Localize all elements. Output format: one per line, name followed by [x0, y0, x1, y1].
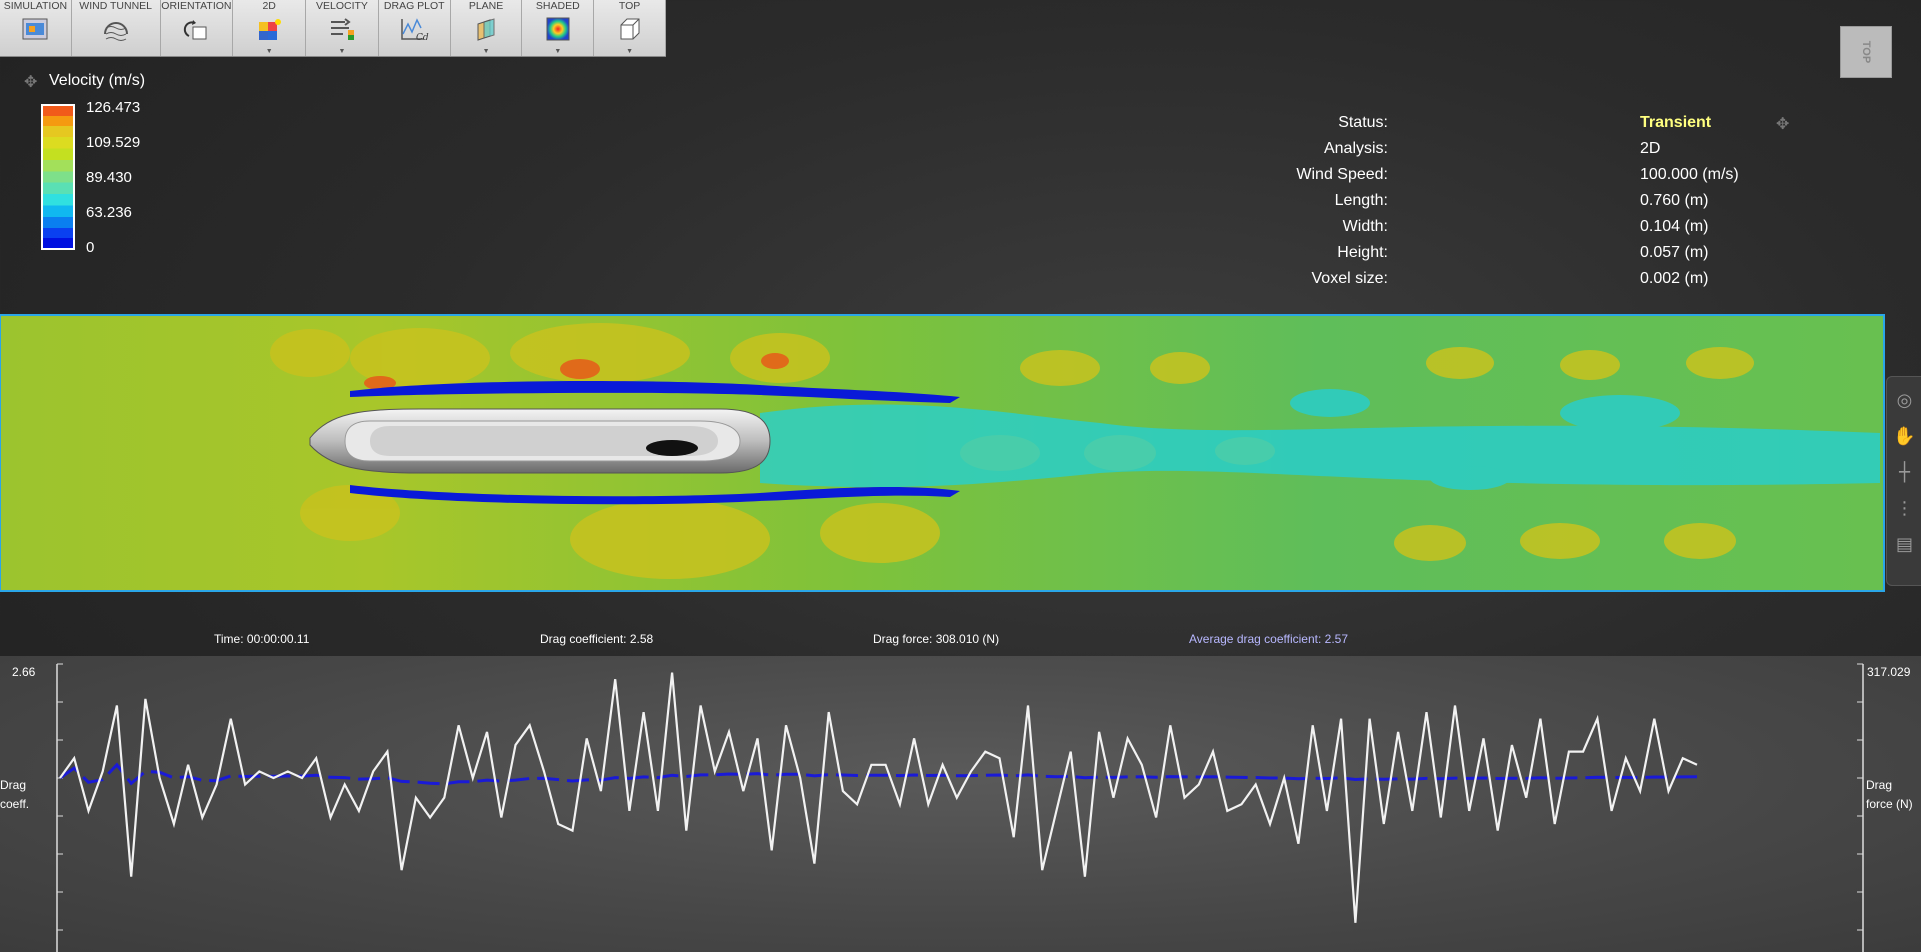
- svg-text:Cd: Cd: [416, 33, 429, 42]
- orbit-icon[interactable]: ◎: [1892, 387, 1918, 413]
- right-axis-max: 317.029: [1867, 665, 1911, 679]
- view-cube[interactable]: TOP: [1840, 26, 1892, 78]
- wind-speed-value: 100.000 (m/s): [1640, 166, 1739, 183]
- velocity-button[interactable]: VELOCITY ▼: [306, 0, 379, 56]
- analysis-value: 2D: [1640, 140, 1661, 157]
- legend-tick: 109.529: [86, 134, 141, 151]
- orientation-button[interactable]: ORIENTATION: [161, 0, 234, 56]
- chevron-down-icon[interactable]: ▼: [554, 48, 561, 55]
- wind-tunnel-icon: [101, 15, 131, 43]
- voxel-size-label: Voxel size:: [1311, 270, 1388, 287]
- average-drag-readout: Average drag coefficient: 2.57: [1189, 632, 1348, 646]
- legend-tick: 89.430: [86, 169, 132, 186]
- color-scale-bar: [41, 104, 75, 250]
- drag-plot-icon: Cd: [399, 15, 429, 43]
- drag-plot-button[interactable]: DRAG PLOT Cd: [379, 0, 451, 56]
- velocity-icon: [327, 15, 357, 43]
- wind-tunnel-viewport[interactable]: [0, 313, 1886, 593]
- left-axis-title-line: coeff.: [0, 797, 30, 811]
- 2d-button[interactable]: 2D ▼: [233, 0, 307, 56]
- navigation-bar: ◎ ✋ ┼ ⋮ ▤: [1886, 376, 1921, 586]
- move-handle-icon[interactable]: ✥: [1776, 114, 1789, 133]
- time-readout: Time: 00:00:00.11: [214, 632, 310, 646]
- width-label: Width:: [1342, 218, 1388, 235]
- axis-ticks: [57, 663, 1863, 931]
- view-cube-label: TOP: [1859, 40, 1872, 64]
- analysis-label: Analysis:: [1323, 140, 1388, 157]
- top-view-button[interactable]: TOP ▼: [594, 0, 666, 56]
- left-axis-max: 2.66: [12, 665, 36, 679]
- status-label: Status:: [1338, 114, 1388, 131]
- height-value: 0.057 (m): [1640, 244, 1709, 261]
- wind-tunnel-button[interactable]: WIND TUNNEL: [72, 0, 161, 56]
- left-axis-title: Drag coeff.: [0, 776, 29, 814]
- zoom-slider-icon[interactable]: ┼: [1892, 459, 1918, 485]
- look-icon[interactable]: ⋮: [1892, 495, 1918, 521]
- car-model: [309, 408, 771, 474]
- film-icon[interactable]: ▤: [1892, 531, 1918, 557]
- right-axis-title-line: Drag: [1866, 778, 1893, 792]
- wind-speed-label: Wind Speed:: [1296, 166, 1388, 183]
- 2d-icon: [254, 15, 284, 43]
- right-axis-title-line: force (N): [1866, 797, 1913, 811]
- simulation-icon: [20, 15, 50, 43]
- length-value: 0.760 (m): [1640, 192, 1709, 209]
- simulation-button[interactable]: SIMULATION: [0, 0, 72, 56]
- drag-force-readout: Drag force: 308.010 (N): [873, 632, 1000, 646]
- drag-plot-canvas: [56, 663, 1864, 952]
- voxel-size-value: 0.002 (m): [1640, 270, 1709, 287]
- drag-coefficient-line: [59, 672, 1698, 923]
- length-label: Length:: [1334, 192, 1388, 209]
- ribbon-toolbar: SIMULATION WIND TUNNEL ORIENTATION 2D ▼ …: [0, 0, 666, 57]
- top-view-icon: [615, 15, 645, 43]
- pan-hand-icon[interactable]: ✋: [1892, 423, 1918, 449]
- height-label: Height:: [1337, 244, 1388, 261]
- plane-icon: [471, 15, 501, 43]
- drag-coefficient-readout: Drag coefficient: 2.58: [540, 632, 654, 646]
- move-handle-icon[interactable]: ✥: [24, 72, 37, 91]
- right-axis-title: Drag force (N): [1866, 776, 1913, 814]
- legend-tick: 126.473: [86, 99, 141, 116]
- legend-title: Velocity (m/s): [49, 72, 146, 89]
- width-value: 0.104 (m): [1640, 218, 1709, 235]
- left-axis-title-line: Drag: [0, 778, 27, 792]
- chevron-down-icon[interactable]: ▼: [266, 48, 273, 55]
- orientation-icon: [181, 15, 211, 43]
- chevron-down-icon[interactable]: ▼: [626, 48, 633, 55]
- shaded-button[interactable]: SHADED ▼: [522, 0, 595, 56]
- legend-tick: 0: [86, 239, 95, 256]
- shaded-icon: [543, 15, 573, 43]
- plane-button[interactable]: PLANE ▼: [451, 0, 523, 56]
- status-value: Transient: [1640, 114, 1712, 131]
- legend-tick: 63.236: [86, 204, 132, 221]
- drag-plot: 2.66 317.029 Drag coeff. Drag force (N): [0, 656, 1921, 952]
- chevron-down-icon[interactable]: ▼: [483, 48, 490, 55]
- chevron-down-icon[interactable]: ▼: [339, 48, 346, 55]
